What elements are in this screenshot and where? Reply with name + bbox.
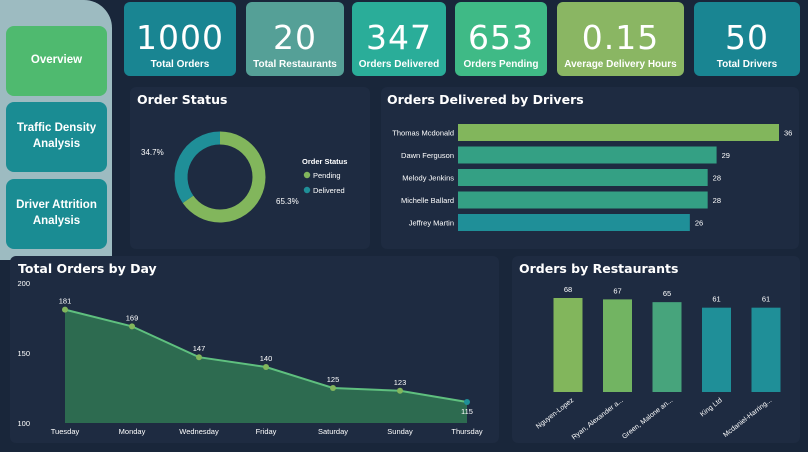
legend-marker <box>303 186 311 194</box>
data-label: 123 <box>394 378 407 387</box>
category-label: Thomas Mcdonald <box>392 129 454 138</box>
data-label: 26 <box>695 219 703 228</box>
data-label: 147 <box>193 344 206 353</box>
kpi-label: Total Orders <box>150 59 210 70</box>
kpi-label: Total Drivers <box>716 59 778 70</box>
y-tick-label: 100 <box>17 419 30 428</box>
kpi-total-orders: 1000 Total Orders <box>124 2 236 76</box>
data-label: 67 <box>613 286 621 295</box>
kpi-value: 50 <box>725 18 769 57</box>
y-tick-label: 150 <box>17 349 30 358</box>
data-point <box>62 306 68 313</box>
data-label: 61 <box>762 295 770 304</box>
bar <box>603 299 632 392</box>
kpi-orders-pending: 653 Orders Pending <box>455 2 547 76</box>
legend-item: Delivered <box>313 186 345 195</box>
nav-driver-attrition-button[interactable]: Driver Attrition Analysis <box>6 179 107 249</box>
category-label: King Ltd <box>699 397 724 418</box>
bar <box>751 307 781 392</box>
order-status-chart: 65.3% 34.7% Order Status Pending Delivered <box>141 131 347 223</box>
orders-by-day-chart: 100 150 200 181 Tuesday 169 Monday 147 Wednesday… <box>17 279 483 436</box>
data-label: 61 <box>712 295 720 304</box>
bar <box>458 146 717 164</box>
drivers-panel: Orders Delivered by Drivers Thomas Mcdon… <box>381 87 799 249</box>
data-label: 181 <box>59 297 72 306</box>
legend-marker <box>303 171 311 179</box>
kpi-label: Average Delivery Hours <box>564 59 677 70</box>
category-label: Nguyen-Lopez <box>535 397 576 431</box>
bar <box>702 307 731 392</box>
kpi-label: Orders Delivered <box>358 59 440 70</box>
data-label: 36 <box>784 129 792 138</box>
x-tick-label: Friday <box>256 427 277 436</box>
kpi-value: 1000 <box>136 18 224 57</box>
data-label: 115 <box>461 407 473 416</box>
data-label: 68 <box>564 285 572 294</box>
sidebar: Overview Traffic Density Analysis Driver… <box>0 0 112 260</box>
bar <box>652 302 682 392</box>
bar <box>458 124 779 141</box>
data-label: 65 <box>663 289 671 298</box>
data-label: 140 <box>260 354 273 363</box>
kpi-value: 347 <box>366 18 432 57</box>
orders-by-day-panel: Total Orders by Day 100 150 200 181 Tuesday 1… <box>10 256 499 443</box>
kpi-total-drivers: 50 Total Drivers <box>694 2 800 76</box>
x-tick-label: Monday <box>119 427 146 436</box>
bar <box>458 191 708 209</box>
bar <box>458 214 690 231</box>
nav-overview-button[interactable]: Overview <box>6 26 107 96</box>
order-status-panel: Order Status 65.3% 34.7% Order Status Pendi… <box>130 87 370 249</box>
kpi-label: Total Restaurants <box>253 59 337 70</box>
x-tick-label: Wednesday <box>179 427 219 436</box>
kpi-label: Orders Pending <box>463 59 539 70</box>
category-label: Green, Malone an... <box>621 397 674 441</box>
data-point <box>263 364 269 370</box>
restaurants-panel: Orders by Restaurants 68 Nguyen-Lopez 67 Ry… <box>512 256 800 443</box>
data-label: 125 <box>327 375 340 384</box>
slice-label: 65.3% <box>276 197 299 206</box>
x-tick-label: Sunday <box>387 427 413 436</box>
data-point <box>464 399 470 405</box>
nav-traffic-density-button[interactable]: Traffic Density Analysis <box>6 102 107 172</box>
legend-title: Order Status <box>302 157 347 166</box>
x-tick-label: Tuesday <box>51 427 80 436</box>
category-label: Michelle Ballard <box>401 196 454 205</box>
kpi-average-delivery-hours: 0.15 Average Delivery Hours <box>557 2 684 76</box>
kpi-value: 0.15 <box>581 18 660 57</box>
x-tick-label: Thursday <box>451 427 483 436</box>
category-label: Jeffrey Martin <box>409 219 454 228</box>
restaurants-bar-chart: 68 Nguyen-Lopez 67 Ryan, Alexander a... 65 Gr… <box>535 285 781 441</box>
donut-slice-delivered <box>174 131 221 204</box>
category-label: Mcdaniel-Harring... <box>722 397 773 439</box>
category-label: Dawn Ferguson <box>401 151 454 160</box>
data-point <box>397 387 403 394</box>
legend-item: Pending <box>313 171 341 180</box>
data-point <box>196 354 202 361</box>
data-label: 29 <box>722 151 730 160</box>
kpi-value: 20 <box>273 18 317 57</box>
kpi-value: 653 <box>468 18 534 57</box>
drivers-bar-chart: Thomas Mcdonald 36 Dawn Ferguson 29 Melody J… <box>392 124 792 231</box>
data-label: 28 <box>713 174 721 183</box>
data-point <box>129 323 135 330</box>
x-tick-label: Saturday <box>318 427 348 436</box>
data-point <box>330 385 336 391</box>
y-tick-label: 200 <box>17 279 30 288</box>
kpi-total-restaurants: 20 Total Restaurants <box>246 2 344 76</box>
data-label: 28 <box>713 196 721 205</box>
category-label: Melody Jenkins <box>402 174 454 183</box>
kpi-orders-delivered: 347 Orders Delivered <box>352 2 446 76</box>
category-label: Ryan, Alexander a... <box>571 397 625 441</box>
bar <box>553 298 583 392</box>
data-label: 169 <box>126 313 139 322</box>
bar <box>458 169 708 186</box>
slice-label: 34.7% <box>141 148 164 157</box>
